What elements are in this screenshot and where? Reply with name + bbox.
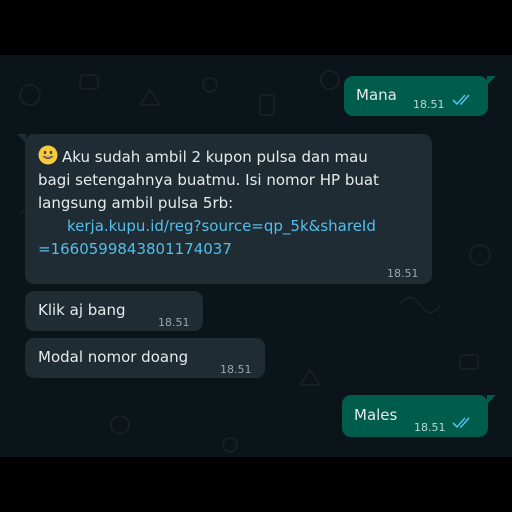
- message-text-line: langsung ambil pulsa 5rb:: [38, 194, 234, 212]
- double-check-read-icon: [452, 417, 470, 429]
- bubble-tail: [487, 76, 496, 85]
- message-bubble-incoming[interactable]: Modal nomor doang 18.51: [25, 338, 265, 378]
- bubble-tail: [17, 134, 26, 143]
- double-check-read-icon: [452, 94, 470, 106]
- message-text: Males: [354, 406, 398, 424]
- message-link[interactable]: kerja.kupu.id/reg?source=qp_5k&shareId: [38, 215, 424, 238]
- message-text: Klik aj bang: [38, 301, 126, 319]
- message-text-line: bagi setengahnya buatmu. Isi nomor HP bu…: [38, 171, 379, 189]
- message-text: Modal nomor doang: [38, 348, 189, 366]
- message-time: 18.51: [220, 363, 252, 376]
- message-time: 18.51: [414, 421, 446, 434]
- message-time: 18.51: [158, 316, 190, 329]
- message-bubble-outgoing[interactable]: Males 18.51: [342, 395, 496, 437]
- message-text: Mana: [356, 86, 397, 104]
- message-bubble-outgoing[interactable]: Mana 18.51: [344, 76, 496, 116]
- message-bubble-incoming[interactable]: Klik aj bang 18.51: [25, 291, 203, 331]
- message-bubble-incoming[interactable]: Aku sudah ambil 2 kupon pulsa dan mau ba…: [17, 134, 432, 284]
- message-link[interactable]: =1660599843801174037: [38, 238, 424, 261]
- message-time: 18.51: [413, 98, 445, 111]
- bubble-tail: [487, 395, 496, 404]
- message-text-line: Aku sudah ambil 2 kupon pulsa dan mau: [62, 148, 368, 166]
- grinning-face-emoji-icon: [38, 145, 58, 165]
- message-time: 18.51: [387, 267, 419, 280]
